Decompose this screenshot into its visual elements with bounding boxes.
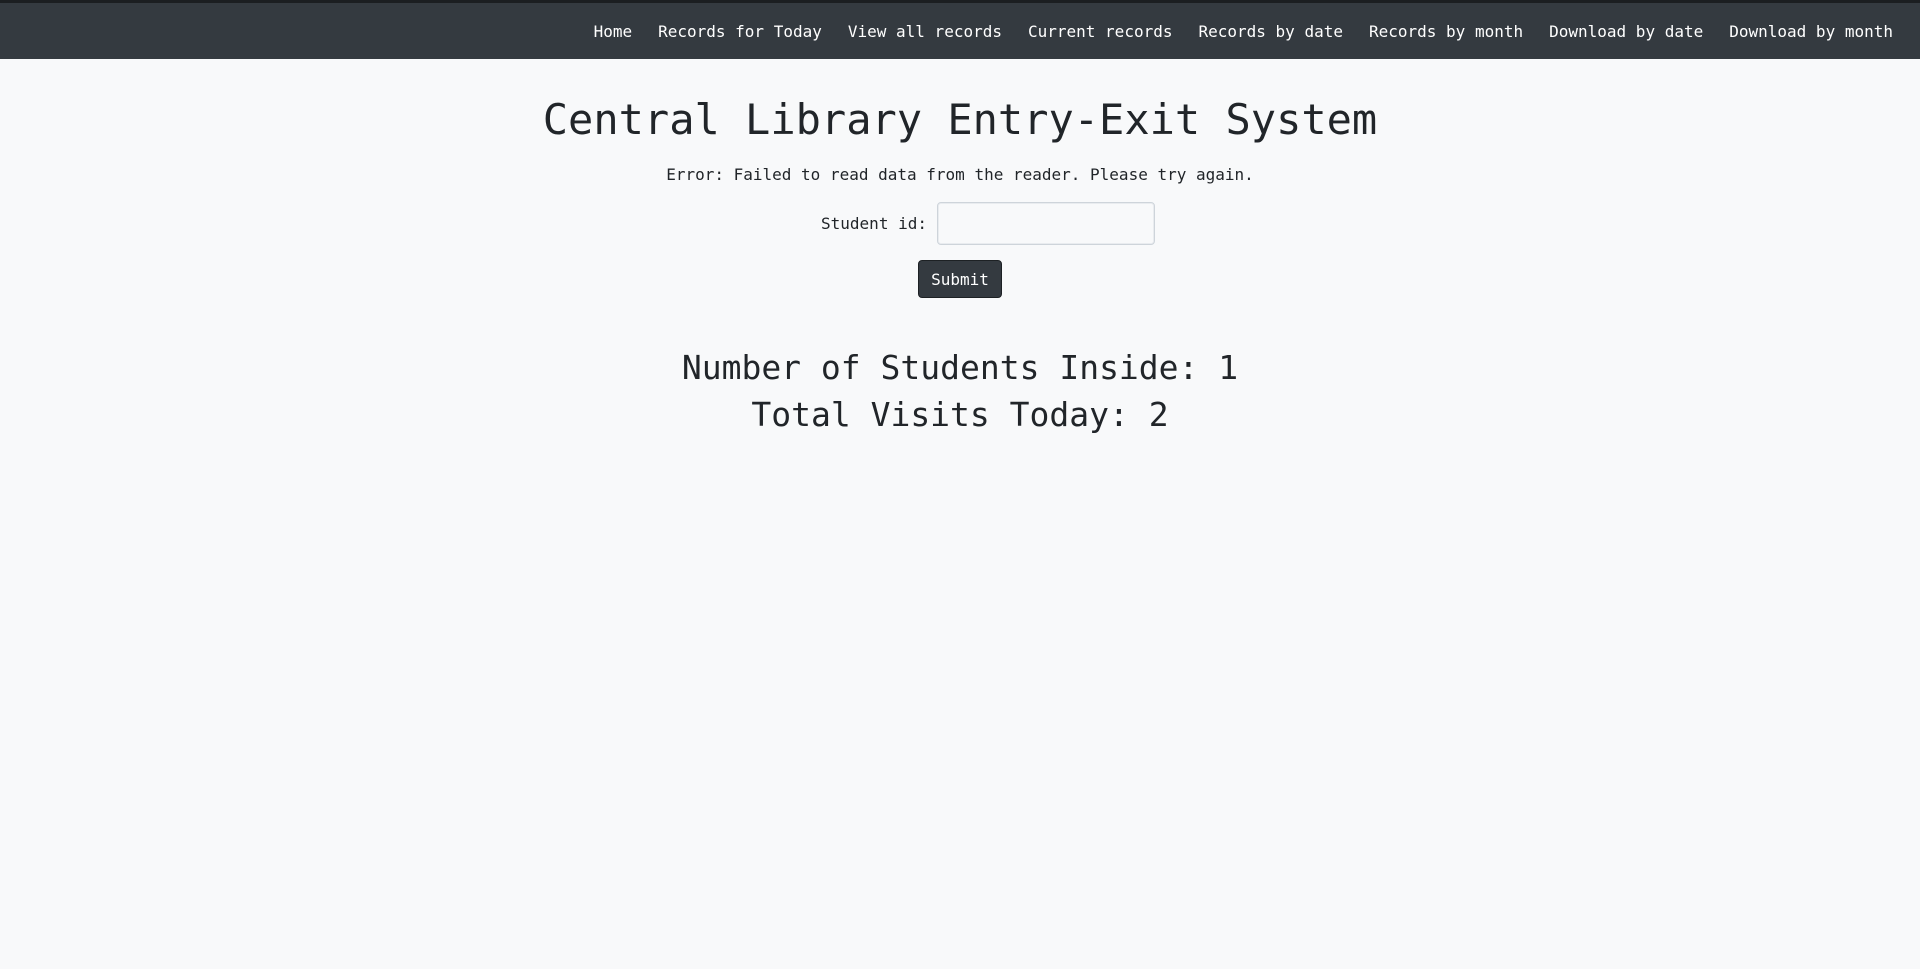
nav-link-current-records[interactable]: Current records (1015, 14, 1186, 49)
error-message: Error: Failed to read data from the read… (666, 165, 1254, 185)
submit-button[interactable]: Submit (918, 260, 1002, 299)
nav-link-records-for-today[interactable]: Records for Today (645, 14, 835, 49)
page-title: Central Library Entry-Exit System (542, 95, 1378, 144)
stats-panel: Number of Students Inside: 1 Total Visit… (682, 344, 1238, 438)
main-content: Central Library Entry-Exit System Error:… (0, 59, 1920, 438)
nav-link-home[interactable]: Home (581, 14, 646, 49)
nav-link-download-by-month[interactable]: Download by month (1716, 14, 1906, 49)
top-navbar: Home Records for Today View all records … (0, 0, 1920, 59)
students-inside-count: Number of Students Inside: 1 (681, 348, 1239, 388)
total-visits-today: Total Visits Today: 2 (751, 395, 1169, 435)
nav-link-records-by-month[interactable]: Records by month (1356, 14, 1536, 49)
nav-link-records-by-date[interactable]: Records by date (1185, 14, 1356, 49)
nav-link-view-all-records[interactable]: View all records (835, 14, 1015, 49)
nav-link-download-by-date[interactable]: Download by date (1536, 14, 1716, 49)
student-id-row: Student id: (821, 202, 1155, 246)
student-id-label: Student id: (821, 214, 927, 234)
student-id-form: Student id: Submit (765, 184, 1155, 299)
student-id-input[interactable] (936, 202, 1155, 246)
